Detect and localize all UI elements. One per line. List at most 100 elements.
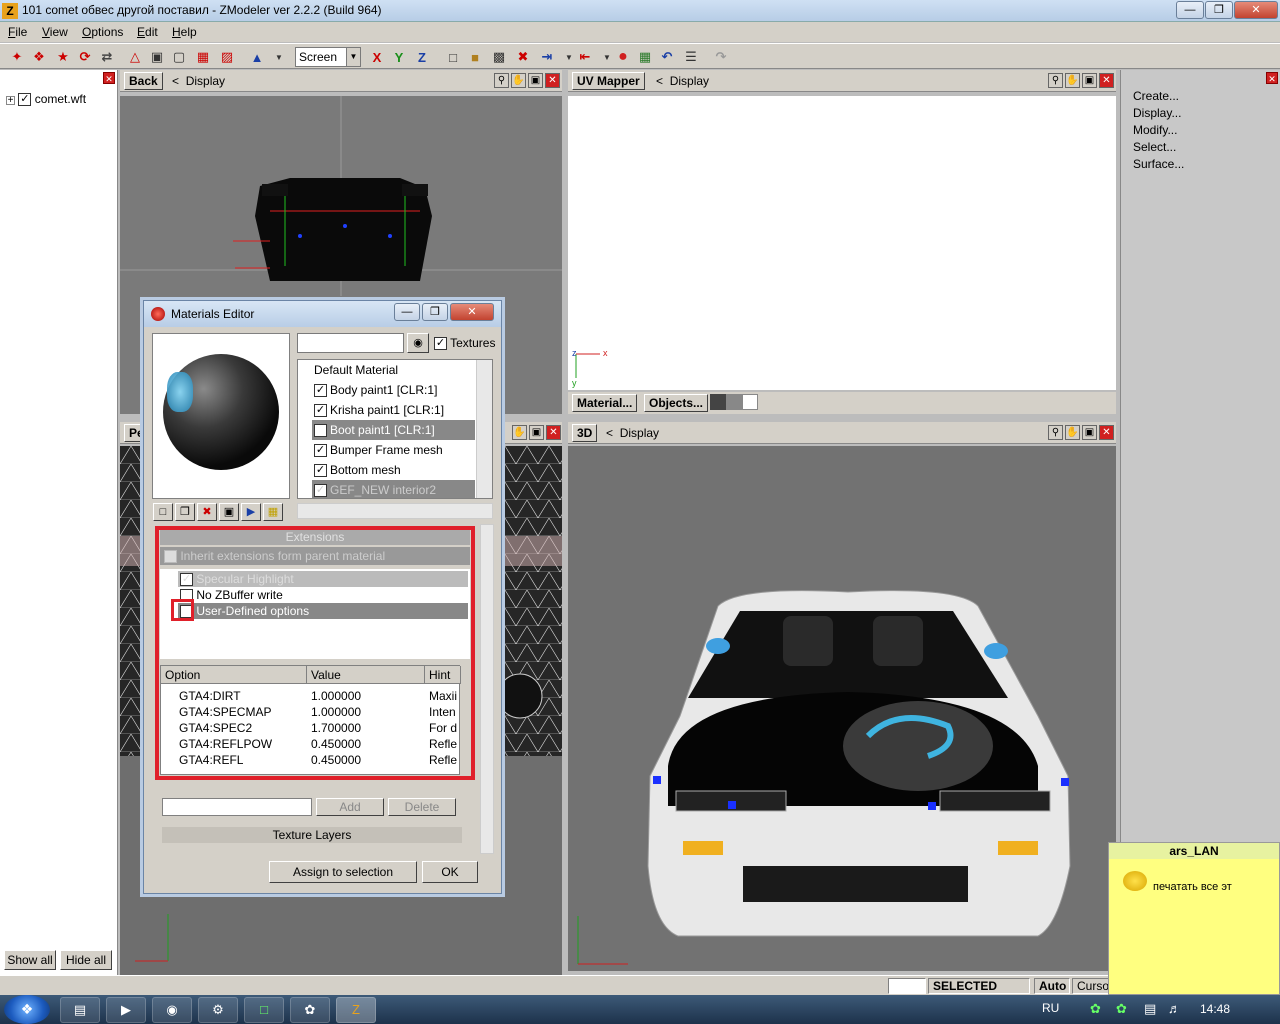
notepad-icon[interactable]: □ [244, 997, 284, 1023]
material-search-input[interactable] [297, 333, 404, 353]
close-icon[interactable]: ✕ [545, 73, 560, 88]
add-button[interactable]: Add [316, 798, 384, 816]
vertex-mode-icon[interactable]: △ [126, 48, 144, 66]
color-swatch-light[interactable] [742, 394, 758, 410]
language-indicator[interactable]: RU [1042, 1001, 1059, 1015]
minimize-button[interactable]: — [394, 303, 420, 321]
delete-material-icon[interactable]: ✖ [197, 503, 217, 521]
list-hscrollbar[interactable] [297, 503, 493, 519]
import-icon[interactable]: ⇥ [538, 48, 556, 66]
material-checkbox[interactable]: ✓ [314, 384, 327, 398]
icq-tray-icon[interactable]: ✿ [1090, 1001, 1101, 1017]
zoom-icon[interactable]: ⚲ [1048, 73, 1063, 88]
new-file-icon[interactable]: □ [444, 48, 462, 66]
menu-view[interactable]: View [42, 25, 68, 39]
axis-y-toggle[interactable]: Y [390, 48, 408, 66]
close-icon[interactable]: ✕ [1266, 72, 1278, 84]
object-mode-icon[interactable]: ▨ [218, 48, 236, 66]
axis-x-toggle[interactable]: X [368, 48, 386, 66]
network-icon[interactable]: ▤ [1144, 1001, 1156, 1017]
zmodeler-taskbar-icon[interactable]: Z [336, 997, 376, 1023]
clock[interactable]: 14:48 [1200, 1002, 1230, 1016]
option-name-input[interactable] [162, 798, 312, 816]
chat-notification[interactable]: ars_LAN печатать все эт [1108, 842, 1280, 995]
texture-icon[interactable]: ▦ [636, 48, 654, 66]
select-tool-icon[interactable]: ✦ [8, 48, 26, 66]
material-list[interactable]: Default Material ✓ Body paint1 [CLR:1] ✓ K… [297, 359, 493, 499]
fit-icon[interactable]: ▣ [529, 425, 544, 440]
axis-z-toggle[interactable]: Z [413, 48, 431, 66]
pan-icon[interactable]: ✋ [1065, 425, 1080, 440]
list-item[interactable]: ✓ Krisha paint1 [CLR:1] [314, 400, 444, 420]
material-checkbox[interactable]: ✓ [314, 484, 327, 498]
fit-icon[interactable]: ▣ [1082, 73, 1097, 88]
materials-editor-titlebar[interactable]: Materials Editor — ❐ ✕ [144, 301, 501, 327]
ok-button[interactable]: OK [422, 861, 478, 883]
pan-icon[interactable]: ✋ [512, 425, 527, 440]
3d-viewport[interactable] [568, 446, 1116, 971]
rotate-tool-icon[interactable]: ⟳ [76, 48, 94, 66]
pan-icon[interactable]: ✋ [511, 73, 526, 88]
material-button[interactable]: Material... [572, 394, 638, 412]
back-viewport-label[interactable]: Back [124, 72, 163, 90]
auto-indicator[interactable]: Auto [1034, 978, 1070, 994]
record-icon[interactable]: ● [614, 48, 632, 66]
pointer-dropdown-icon[interactable]: ▼ [270, 48, 288, 66]
copy-material-icon[interactable]: ❐ [175, 503, 195, 521]
uv-mapper-label[interactable]: UV Mapper [572, 72, 645, 90]
menu-file[interactable]: File [8, 25, 27, 39]
viewport-display-menu[interactable]: < Display [606, 426, 659, 440]
media-player-icon[interactable]: ▶ [106, 997, 146, 1023]
notes-icon[interactable]: ☰ [682, 48, 700, 66]
box-mode-icon[interactable]: ▢ [170, 48, 188, 66]
assign-to-selection-button[interactable]: Assign to selection [269, 861, 417, 883]
close-button[interactable]: ✕ [1234, 1, 1278, 19]
play-icon[interactable]: ▶ [241, 503, 261, 521]
textures-checkbox[interactable]: ✓ [434, 337, 447, 351]
list-item[interactable]: ✓ Bottom mesh [314, 460, 401, 480]
volume-icon[interactable]: ♬ [1168, 1001, 1181, 1016]
uv-mapper-viewport[interactable]: z x y [568, 96, 1116, 390]
menu-options[interactable]: Options [82, 25, 123, 39]
menu-help[interactable]: Help [172, 25, 197, 39]
material-checkbox[interactable]: ✓ [314, 444, 327, 458]
start-button[interactable]: ❖ [4, 995, 50, 1024]
material-checkbox[interactable]: ✓ [314, 404, 327, 418]
firefox-icon[interactable]: ◉ [152, 997, 192, 1023]
expand-icon[interactable]: + [6, 96, 15, 106]
minimize-button[interactable]: — [1176, 1, 1204, 19]
steam-icon[interactable]: ⚙ [198, 997, 238, 1023]
material-checkbox[interactable]: ✓ [314, 424, 327, 438]
list-item[interactable]: ✓ Body paint1 [CLR:1] [314, 380, 437, 400]
save-file-icon[interactable]: ▩ [490, 48, 508, 66]
scale-tool-icon[interactable]: ⇄ [98, 48, 116, 66]
close-button[interactable]: ✕ [450, 303, 494, 321]
redo-icon[interactable]: ↷ [712, 48, 730, 66]
close-icon[interactable]: ✕ [1099, 73, 1114, 88]
delete-icon[interactable]: ✖ [514, 48, 532, 66]
surface-menu[interactable]: Surface... [1133, 157, 1184, 171]
list-item[interactable]: Default Material [314, 360, 398, 380]
new-material-icon[interactable]: □ [153, 503, 173, 521]
extensions-scrollbar[interactable] [480, 524, 494, 854]
close-icon[interactable]: ✕ [103, 72, 115, 84]
palette-icon[interactable]: ▦ [263, 503, 283, 521]
color-swatch-dark[interactable] [710, 394, 726, 410]
open-file-icon[interactable]: ■ [466, 48, 484, 66]
fit-icon[interactable]: ▣ [1082, 425, 1097, 440]
create-menu[interactable]: Create... [1133, 89, 1179, 103]
maximize-button[interactable]: ❐ [422, 303, 448, 321]
material-checkbox[interactable]: ✓ [314, 464, 327, 478]
show-all-button[interactable]: Show all [4, 950, 56, 970]
color-swatch-mid[interactable] [726, 394, 742, 410]
3d-viewport-label[interactable]: 3D [572, 424, 598, 442]
close-icon[interactable]: ✕ [1099, 425, 1114, 440]
menu-edit[interactable]: Edit [137, 25, 158, 39]
select-menu[interactable]: Select... [1133, 140, 1176, 154]
duplicate-icon[interactable]: ▣ [219, 503, 239, 521]
display-menu[interactable]: Display... [1133, 106, 1181, 120]
modify-menu[interactable]: Modify... [1133, 123, 1177, 137]
zoom-icon[interactable]: ⚲ [494, 73, 509, 88]
face-mode-icon[interactable]: ▦ [194, 48, 212, 66]
coordinate-mode-select[interactable]: Screen ▼ [295, 47, 361, 67]
